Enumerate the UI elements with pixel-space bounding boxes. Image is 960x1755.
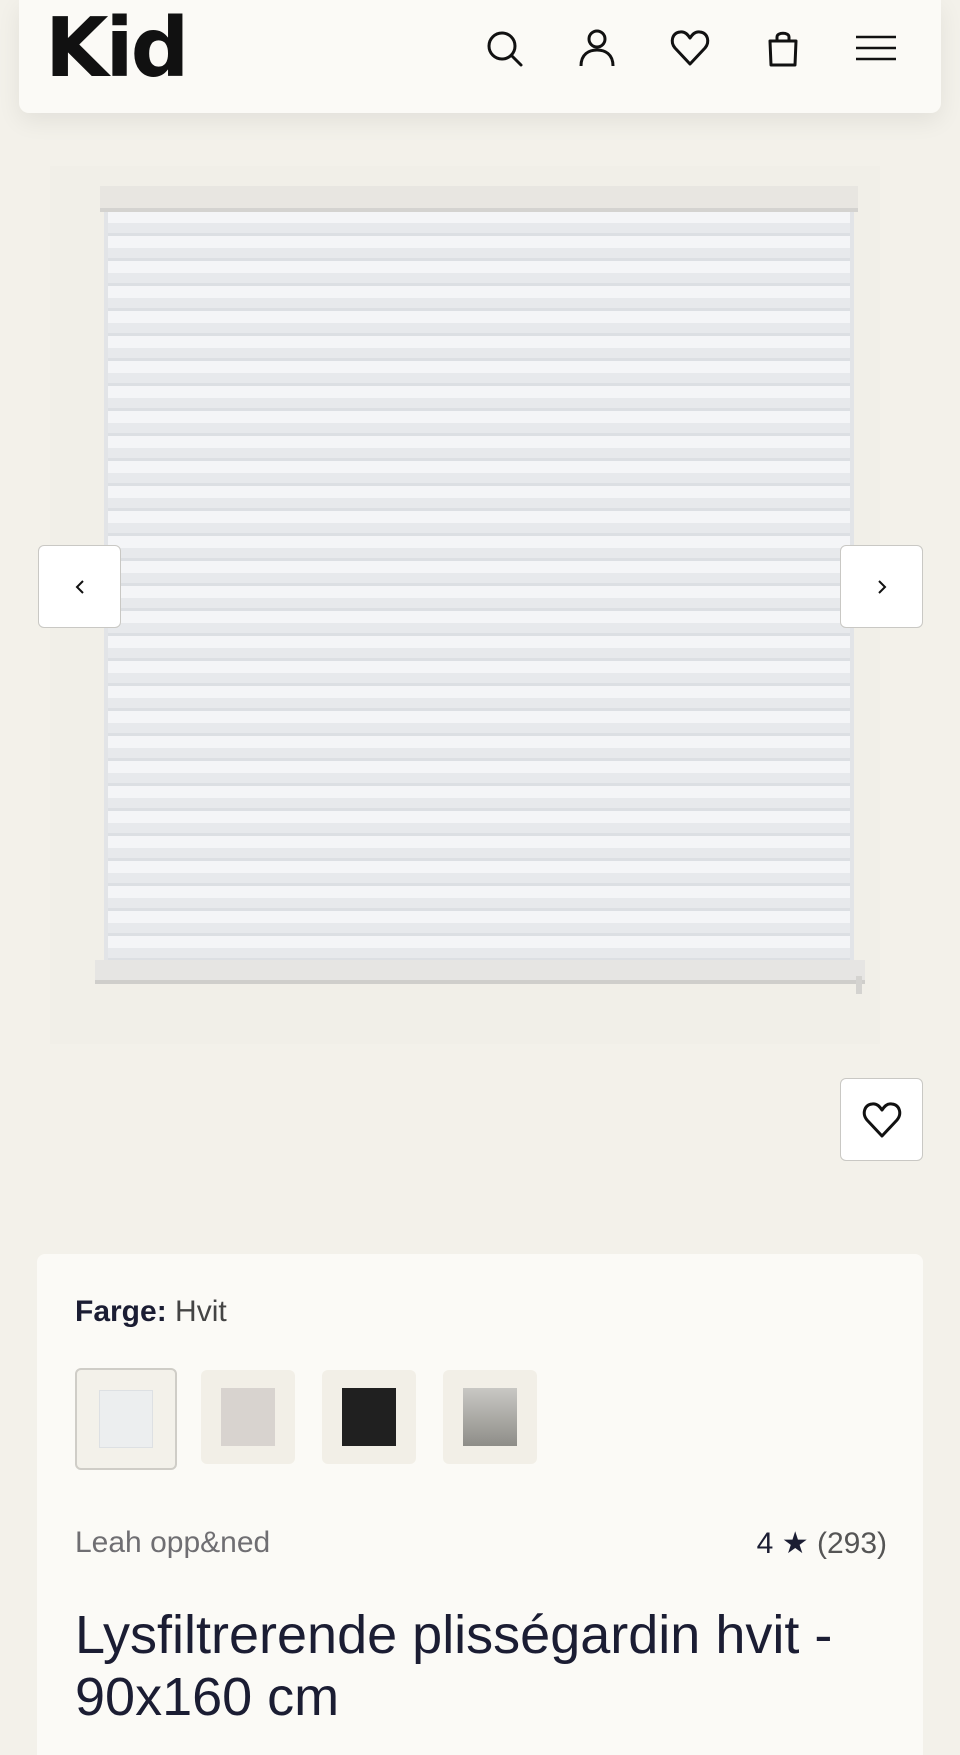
- next-image-button[interactable]: [840, 545, 923, 628]
- rating-count: (293): [816, 1527, 887, 1560]
- product-gallery: [0, 136, 960, 1056]
- bag-icon[interactable]: [761, 26, 805, 70]
- search-icon[interactable]: [482, 26, 526, 70]
- product-title: Lysfiltrerende plisségardin hvit - 90x16…: [75, 1605, 833, 1727]
- rating-value: 4: [756, 1527, 774, 1560]
- site-header: Kid: [19, 0, 941, 113]
- chevron-right-icon: [877, 579, 886, 594]
- color-swatch-beige[interactable]: [201, 1370, 295, 1464]
- heart-icon: [862, 1101, 901, 1137]
- color-label: Farge: Hvit: [75, 1292, 227, 1332]
- product-image[interactable]: [90, 186, 868, 1011]
- color-swatch-sort[interactable]: [322, 1370, 416, 1464]
- color-swatch-gra[interactable]: [443, 1370, 537, 1464]
- brand-link[interactable]: Leah opp&ned: [75, 1526, 270, 1560]
- swatch-chip: [342, 1388, 396, 1446]
- swatch-chip: [463, 1388, 517, 1446]
- add-to-favorites-button[interactable]: [840, 1078, 923, 1161]
- heart-icon[interactable]: [668, 26, 712, 70]
- logo[interactable]: Kid: [45, 4, 189, 94]
- color-swatch-hvit[interactable]: [75, 1368, 177, 1470]
- prev-image-button[interactable]: [38, 545, 121, 628]
- product-info-card: Farge: Hvit Leah opp&ned 4 ★ (293) Lysfi…: [37, 1254, 923, 1755]
- swatch-chip: [99, 1390, 153, 1448]
- color-label-value: Hvit: [175, 1295, 227, 1328]
- star-icon: ★: [781, 1527, 809, 1560]
- menu-icon[interactable]: [854, 26, 898, 70]
- rating[interactable]: 4 ★ (293): [757, 1526, 887, 1561]
- swatch-chip: [221, 1388, 275, 1446]
- chevron-left-icon: [75, 579, 84, 594]
- color-label-key: Farge:: [75, 1295, 167, 1328]
- account-icon[interactable]: [575, 26, 619, 70]
